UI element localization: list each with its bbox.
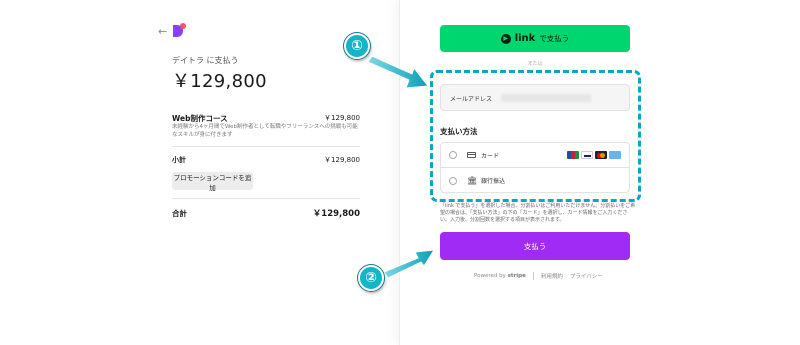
callout-1-badge: ① (344, 33, 370, 59)
line-item-price: ￥129,800 (324, 114, 360, 122)
line-item-description: 未経験から4ヶ月間でWeb制作者として転職やフリーランスへの挑戦も可能なスキルが… (172, 124, 358, 138)
privacy-link[interactable]: プライバシー (570, 272, 603, 280)
pay-button[interactable]: 支払う (440, 232, 630, 260)
total-amount-heading: ￥129,800 (172, 71, 267, 92)
subtotal-label: 小計 (172, 156, 186, 164)
or-separator: または (527, 61, 543, 67)
summary-divider (172, 198, 360, 199)
link-button-label: で支払う (539, 34, 570, 43)
header-row: ← (158, 23, 187, 38)
merchant-label: デイトラ に支払う (172, 56, 239, 65)
pay-with-link-button[interactable]: ▶ link で支払う (440, 25, 630, 52)
terms-link[interactable]: 利用規約 (541, 272, 563, 280)
link-brand-text: link (514, 33, 536, 44)
summary-divider (172, 146, 360, 147)
back-arrow-icon[interactable]: ← (158, 26, 167, 37)
powered-by-text: Powered by stripe (474, 273, 526, 279)
footer-separator (532, 272, 534, 280)
add-promo-code-button[interactable]: プロモーションコードを追加 (172, 172, 253, 192)
daitora-logo-icon (173, 23, 187, 38)
link-play-icon: ▶ (500, 33, 511, 44)
subtotal-value: ￥129,800 (324, 156, 360, 164)
footer: Powered by stripe 利用規約 プライバシー (474, 272, 603, 280)
stripe-logo: stripe (507, 273, 526, 279)
checkout-page: ← デイトラ に支払う ￥129,800 Web制作コース ￥129,800 未… (0, 0, 800, 345)
installment-note: 「link で支払う」を選択した場合、分割払いはご利用いただけません。分割払いを… (440, 203, 636, 223)
total-value: ￥129,800 (312, 209, 360, 219)
highlight-dashed-box (430, 70, 641, 202)
total-label: 合計 (172, 209, 187, 218)
callout-2-badge: ② (358, 265, 384, 291)
panel-divider (399, 0, 400, 345)
powered-by-label: Powered by (474, 273, 506, 279)
